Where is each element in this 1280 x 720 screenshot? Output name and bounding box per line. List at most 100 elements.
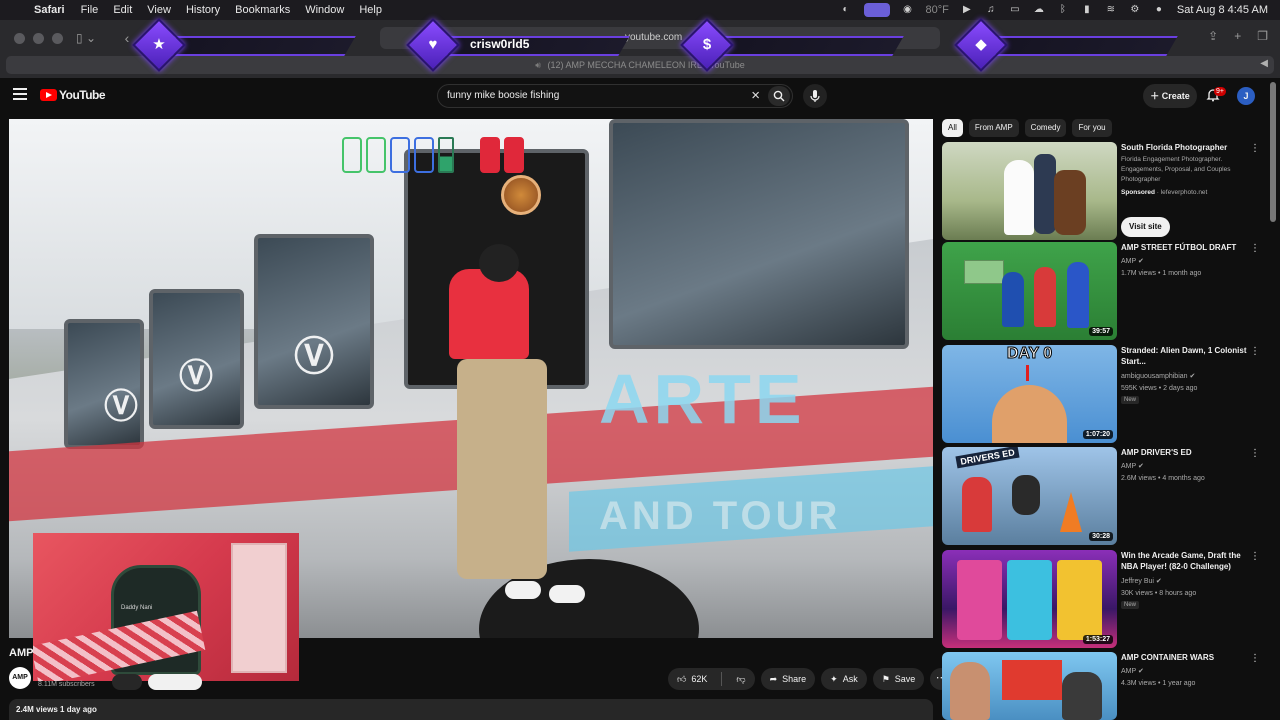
menu-window[interactable]: Window: [305, 4, 344, 16]
more-options-icon[interactable]: ⋮: [1250, 654, 1260, 664]
rec-stats: 595K views • 2 days ago: [1121, 385, 1198, 392]
screen-share-icon[interactable]: [863, 3, 890, 17]
v-logo-graffiti: Ⓥ: [104, 388, 138, 426]
control-center-icon[interactable]: ⚙: [1129, 4, 1141, 16]
save-button[interactable]: ⚑ Save: [872, 668, 925, 690]
video-thumbnail[interactable]: 1:53:27: [942, 550, 1117, 648]
siri-icon[interactable]: ●: [1153, 4, 1165, 16]
battery-icon[interactable]: ▮: [1081, 4, 1093, 16]
thumb-figure: [1067, 262, 1089, 328]
accessibility-icon[interactable]: ◉: [902, 4, 914, 16]
headphones-icon[interactable]: ♫: [985, 4, 997, 16]
recommended-video[interactable]: DRIVERS ED 30:28 AMP DRIVER'S ED AMP ✔︎ …: [942, 447, 1262, 545]
display-icon[interactable]: ▭: [1009, 4, 1021, 16]
sound-icon[interactable]: ◀: [1260, 58, 1268, 69]
bluetooth-icon[interactable]: ᛒ: [1057, 4, 1069, 16]
chip-from-amp[interactable]: From AMP: [968, 119, 1019, 137]
video-thumbnail[interactable]: [942, 652, 1117, 720]
menu-help[interactable]: Help: [359, 4, 382, 16]
youtube-logo[interactable]: YouTube: [40, 88, 106, 102]
rec-title[interactable]: South Florida Photographer: [1121, 142, 1249, 153]
share-button[interactable]: ➦ Share: [760, 668, 816, 690]
menubar-clock[interactable]: Sat Aug 8 4:45 AM: [1177, 4, 1268, 16]
ask-button[interactable]: ✦ Ask: [821, 668, 867, 690]
more-options-icon[interactable]: ⋮: [1250, 449, 1260, 459]
recommended-video[interactable]: AMP CONTAINER WARS AMP ✔︎ 4.3M views • 1…: [942, 652, 1262, 720]
menu-file[interactable]: File: [81, 4, 99, 16]
video-thumbnail[interactable]: 39:57: [942, 242, 1117, 340]
tab-overview-icon[interactable]: ❐: [1257, 29, 1268, 43]
cloud-icon[interactable]: ☁: [1033, 4, 1045, 16]
voice-search-button[interactable]: [803, 84, 827, 108]
sidebar-toggle-icon[interactable]: ▯ ⌄: [66, 28, 106, 48]
rec-title[interactable]: AMP STREET FÚTBOL DRAFT: [1121, 242, 1249, 253]
minimize-window-button[interactable]: [33, 33, 44, 44]
rec-title[interactable]: Stranded: Alien Dawn, 1 Colonist Start..…: [1121, 345, 1249, 367]
rec-channel[interactable]: AMP ✔︎: [1121, 461, 1251, 472]
page-scrollbar[interactable]: [1270, 82, 1276, 222]
zoom-window-button[interactable]: [52, 33, 63, 44]
like-button[interactable]: 👍︎ 62K: [668, 668, 716, 690]
new-tab-icon[interactable]: +: [1234, 29, 1241, 43]
menu-edit[interactable]: Edit: [113, 4, 132, 16]
menu-view[interactable]: View: [147, 4, 171, 16]
youtube-wordmark: YouTube: [59, 88, 106, 102]
menu-history[interactable]: History: [186, 4, 220, 16]
ad-description: Florida Engagement Photographer. Engagem…: [1121, 156, 1231, 183]
account-avatar[interactable]: J: [1237, 87, 1255, 105]
recommended-video[interactable]: DAY 0 1:07:20 Stranded: Alien Dawn, 1 Co…: [942, 345, 1262, 443]
more-options-icon[interactable]: ⋮: [1250, 144, 1260, 154]
thumb-bald-head: [992, 385, 1067, 443]
rec-channel[interactable]: AMP ✔︎: [1121, 256, 1251, 267]
wifi-icon[interactable]: ≋: [1105, 4, 1117, 16]
person-shoe: [549, 585, 585, 603]
video-thumbnail[interactable]: DAY 0 1:07:20: [942, 345, 1117, 443]
sponsored-ad[interactable]: South Florida Photographer Florida Engag…: [942, 142, 1262, 240]
rec-title[interactable]: AMP DRIVER'S ED: [1121, 447, 1249, 458]
search-input[interactable]: funny mike boosie fishing: [447, 90, 559, 101]
channel-name: AMP: [1121, 463, 1137, 470]
menu-icon[interactable]: [13, 88, 27, 100]
save-label: Save: [894, 674, 916, 684]
menu-bookmarks[interactable]: Bookmarks: [235, 4, 290, 16]
dislike-button[interactable]: 👎︎: [727, 668, 754, 690]
play-icon[interactable]: ▶: [961, 4, 973, 16]
more-options-icon[interactable]: ⋮: [1250, 552, 1260, 562]
clear-search-icon[interactable]: ×: [751, 87, 760, 104]
description-box[interactable]: [9, 699, 933, 720]
recommended-video[interactable]: 1:53:27 Win the Arcade Game, Draft the N…: [942, 550, 1262, 648]
join-button[interactable]: [112, 674, 142, 690]
dollar-icon: $: [702, 36, 712, 53]
ad-thumbnail[interactable]: [942, 142, 1117, 240]
visit-site-button[interactable]: Visit site: [1121, 217, 1170, 237]
chip-for-you[interactable]: For you: [1072, 119, 1112, 137]
tab-bar[interactable]: 🔊︎ (12) AMP MECCHA CHAMELEON IRL - YouTu…: [6, 56, 1274, 74]
tab-audio-icon[interactable]: 🔊︎: [535, 60, 541, 70]
chip-comedy[interactable]: Comedy: [1024, 119, 1067, 137]
subscribe-button[interactable]: [148, 674, 202, 690]
rec-title[interactable]: AMP CONTAINER WARS: [1121, 652, 1249, 663]
rec-channel[interactable]: AMP ✔︎: [1121, 666, 1251, 677]
rec-channel[interactable]: Jeffrey Bui ✔︎: [1121, 576, 1251, 587]
video-thumbnail[interactable]: DRIVERS ED 30:28: [942, 447, 1117, 545]
recommended-video[interactable]: 39:57 AMP STREET FÚTBOL DRAFT AMP ✔︎ 1.7…: [942, 242, 1262, 340]
overlay-banner-diamond: ◆: [954, 18, 1178, 72]
more-options-icon[interactable]: ⋮: [1250, 244, 1260, 254]
more-options-icon[interactable]: ⋮: [1250, 347, 1260, 357]
search-button[interactable]: [768, 86, 790, 106]
chip-all[interactable]: All: [942, 119, 963, 137]
channel-avatar[interactable]: AMP: [9, 667, 31, 689]
share-icon[interactable]: ⇪: [1208, 29, 1218, 43]
menu-app-name[interactable]: Safari: [34, 4, 65, 16]
webcam-door: [231, 543, 287, 673]
rec-channel[interactable]: ambiguousamphibian ✔︎: [1121, 371, 1251, 382]
status-icon[interactable]: ◐: [840, 4, 852, 16]
create-button[interactable]: ＋ Create: [1143, 84, 1197, 108]
search-box[interactable]: funny mike boosie fishing ×: [437, 84, 793, 108]
rec-title[interactable]: Win the Arcade Game, Draft the NBA Playe…: [1121, 550, 1249, 572]
thumb-figure: [1002, 272, 1024, 327]
menubar-status-area: ◐ ◉ 80°F ▶ ♫ ▭ ☁ ᛒ ▮ ≋ ⚙ ● Sat Aug 8 4:4…: [840, 0, 1268, 20]
bus-window: [609, 119, 909, 349]
close-window-button[interactable]: [14, 33, 25, 44]
weather-temperature[interactable]: 80°F: [926, 4, 949, 16]
